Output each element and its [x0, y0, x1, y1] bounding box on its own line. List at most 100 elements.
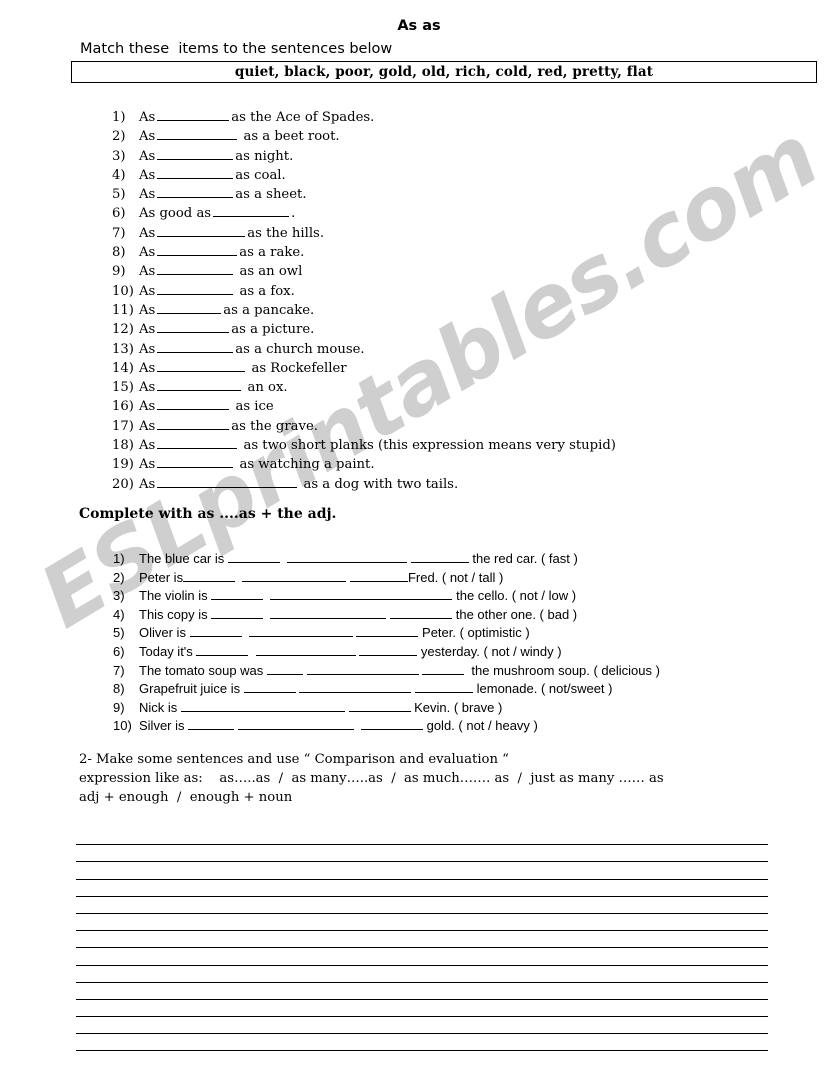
answer-blank[interactable] — [157, 417, 230, 430]
answer-line[interactable] — [76, 914, 768, 932]
answer-blank[interactable] — [242, 569, 347, 582]
item-tail-text: yesterday. ( not / windy ) — [417, 643, 562, 659]
answer-blank[interactable] — [248, 624, 353, 638]
answer-blank[interactable] — [243, 680, 296, 694]
answer-blank[interactable] — [237, 717, 354, 731]
answer-blank[interactable] — [157, 127, 238, 141]
exercise-2-list: 1) The blue car is the red car. ( fast ) 2… — [113, 550, 813, 736]
answer-blank[interactable] — [299, 680, 412, 694]
item-number: 7) — [112, 225, 126, 241]
item-tail-text: as an owl — [235, 264, 303, 280]
item-tail-text: as a church mouse. — [235, 341, 365, 357]
item-lead-text: As — [139, 225, 156, 241]
answer-blank[interactable] — [422, 662, 465, 675]
item-number: 1) — [113, 551, 125, 566]
answer-blank[interactable] — [157, 340, 234, 353]
answer-blank[interactable] — [157, 359, 246, 372]
item-number: 4) — [112, 167, 126, 183]
item-lead-text: As — [139, 341, 156, 357]
answer-blank[interactable] — [390, 606, 453, 619]
answer-blank[interactable] — [390, 587, 453, 601]
answer-blank[interactable] — [348, 699, 411, 712]
answer-blank[interactable] — [157, 397, 230, 411]
answer-blank[interactable] — [306, 662, 419, 675]
answer-blank[interactable] — [270, 587, 391, 601]
answer-blank[interactable] — [157, 166, 234, 179]
answer-blank[interactable] — [189, 624, 242, 638]
answer-line[interactable] — [76, 1017, 768, 1035]
answer-blank[interactable] — [270, 606, 387, 619]
answer-blank[interactable] — [157, 455, 234, 469]
answer-blank[interactable] — [157, 378, 242, 392]
answer-line[interactable] — [76, 862, 768, 880]
item-number: 3) — [112, 148, 126, 164]
answer-line[interactable] — [76, 966, 768, 983]
item-lead-text: This copy is — [139, 606, 212, 622]
answer-blank[interactable] — [157, 243, 238, 257]
item-tail-text: the cello. ( not / low ) — [452, 588, 577, 604]
answer-blank[interactable] — [157, 320, 230, 334]
answer-blank[interactable] — [349, 569, 408, 582]
exercise-1-item: 8) As as a rake. — [112, 243, 752, 262]
answer-blank[interactable] — [157, 147, 234, 160]
answer-line[interactable] — [76, 880, 768, 897]
answer-blank[interactable] — [410, 550, 469, 563]
item-tail-text: as watching a paint. — [235, 457, 375, 473]
answer-blank[interactable] — [157, 475, 298, 488]
answer-blank[interactable] — [157, 301, 222, 314]
answer-line[interactable] — [76, 897, 768, 914]
item-tail-text: as two short planks (this expression mea… — [239, 438, 616, 454]
exercise-1-item: 13) As as a church mouse. — [112, 340, 752, 359]
answer-blank[interactable] — [157, 436, 238, 450]
answer-blank[interactable] — [157, 224, 246, 237]
answer-blank[interactable] — [266, 662, 303, 675]
answer-blank[interactable] — [211, 587, 264, 601]
item-number: 9) — [113, 699, 125, 715]
item-lead-text: Nick is — [139, 699, 181, 715]
answer-blank[interactable] — [188, 717, 235, 731]
answer-blank[interactable] — [180, 699, 239, 712]
item-lead-text: As — [139, 418, 156, 434]
answer-line[interactable] — [76, 931, 768, 949]
exercise-2-item: 4) This copy is the other one. ( bad ) — [113, 606, 813, 625]
item-number: 2) — [112, 129, 126, 145]
item-tail-text: lemonade. ( not/sweet ) — [473, 681, 613, 697]
item-tail-text: as a sheet. — [235, 187, 307, 203]
answer-blank[interactable] — [356, 624, 419, 638]
answer-blank[interactable] — [359, 643, 418, 656]
answer-blank[interactable] — [238, 699, 345, 712]
answer-blank[interactable] — [415, 680, 474, 694]
answer-blank[interactable] — [157, 282, 234, 295]
answer-line[interactable] — [76, 948, 768, 966]
item-lead-text: The tomato soup was — [139, 662, 267, 678]
answer-blank[interactable] — [157, 262, 234, 276]
answer-blank[interactable] — [183, 569, 236, 582]
answer-blank[interactable] — [211, 606, 264, 619]
answer-line[interactable] — [76, 845, 768, 863]
item-number: 5) — [113, 625, 125, 641]
answer-line[interactable] — [76, 983, 768, 1000]
word-bank-text: quiet, black, poor, gold, old, rich, col… — [234, 64, 654, 80]
item-lead-text: As — [139, 438, 156, 454]
answer-blank[interactable] — [227, 550, 280, 563]
answer-blank[interactable] — [157, 108, 230, 121]
answer-blank[interactable] — [196, 643, 249, 656]
answer-blank[interactable] — [213, 204, 290, 218]
exercise-1-item: 18) As as two short planks (this expressi… — [112, 436, 752, 455]
answer-blank[interactable] — [360, 717, 423, 731]
item-number: 16) — [112, 399, 134, 415]
answer-blank[interactable] — [287, 550, 408, 563]
answer-blank[interactable] — [157, 185, 234, 199]
exercise-1-item: 15) As an ox. — [112, 378, 752, 397]
item-tail-text: as the Ace of Spades. — [231, 110, 375, 125]
item-number: 7) — [113, 662, 125, 678]
answer-line[interactable] — [76, 1000, 768, 1018]
answer-line[interactable] — [76, 1034, 768, 1052]
item-number: 15) — [112, 380, 134, 396]
item-lead-text: As — [139, 187, 156, 203]
answer-line[interactable] — [76, 828, 768, 846]
item-tail-text: gold. ( not / heavy ) — [422, 718, 538, 734]
exercise-1-item: 4) As as coal. — [112, 166, 752, 185]
answer-blank[interactable] — [255, 643, 356, 656]
exercise-1-item: 2) As as a beet root. — [112, 127, 752, 146]
